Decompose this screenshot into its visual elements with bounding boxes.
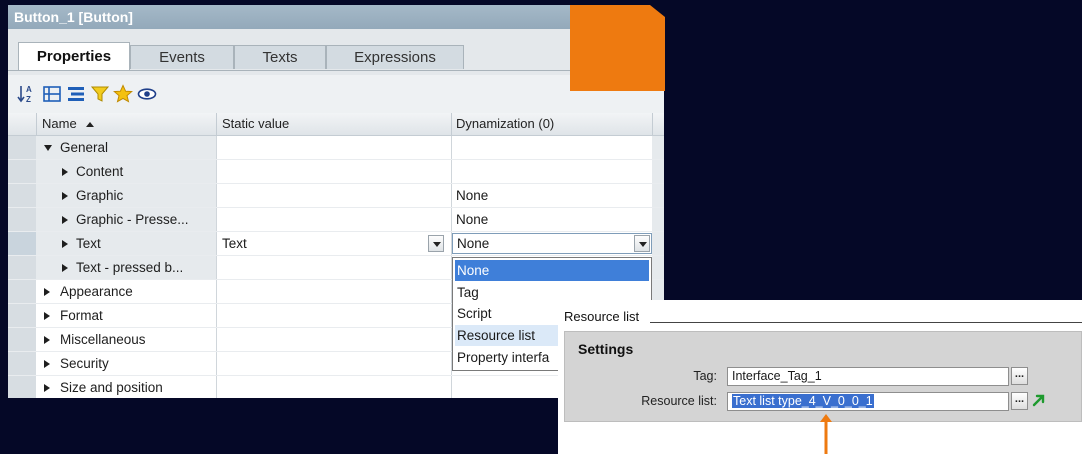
table-row[interactable]: Content [8, 160, 664, 184]
row-label: General [60, 140, 109, 155]
svg-text:Z: Z [26, 95, 31, 104]
orange-notch [650, 5, 665, 17]
dynamization-value[interactable]: None [456, 184, 488, 207]
column-static-value[interactable]: Static value [222, 113, 289, 135]
row-label: Text [76, 236, 101, 251]
orange-accent-block [570, 5, 665, 91]
tag-label: Tag: [693, 369, 717, 383]
expand-right-icon[interactable] [62, 168, 68, 176]
table-row-text[interactable]: Text Text None [8, 232, 664, 256]
row-label: Text - pressed b... [76, 260, 184, 275]
expand-right-icon[interactable] [44, 384, 50, 392]
row-label: Security [60, 356, 109, 371]
column-name[interactable]: Name [42, 113, 95, 135]
tab-strip: Properties Events Texts Expressions [8, 29, 664, 75]
row-label: Miscellaneous [60, 332, 146, 347]
chevron-down-icon [639, 242, 647, 247]
resource-list-value: Text list type_4_V_0_0_1 [732, 394, 874, 408]
expand-right-icon[interactable] [44, 288, 50, 296]
row-label: Size and position [60, 380, 163, 395]
settings-title: Settings [578, 341, 634, 357]
tag-browse-button[interactable]: ... [1011, 367, 1028, 385]
expand-right-icon[interactable] [62, 192, 68, 200]
row-label: Appearance [60, 284, 133, 299]
dynamization-value[interactable]: None [456, 208, 488, 231]
grid-header: Name Static value Dynamization (0) [8, 113, 664, 136]
expand-right-icon[interactable] [44, 360, 50, 368]
expand-right-icon[interactable] [62, 264, 68, 272]
table-row[interactable]: Graphic - Presse... None [8, 208, 664, 232]
table-row[interactable]: General [8, 136, 664, 160]
expand-right-icon[interactable] [62, 216, 68, 224]
toolbar: A Z [8, 75, 664, 113]
resource-list-label: Resource list: [641, 394, 717, 408]
static-value[interactable]: Text [222, 232, 247, 255]
arrow-up-icon [820, 414, 832, 454]
favorites-star-icon[interactable] [113, 84, 133, 104]
expand-right-icon[interactable] [44, 312, 50, 320]
resource-list-input[interactable]: Text list type_4_V_0_0_1 [727, 392, 1009, 411]
tab-properties[interactable]: Properties [18, 42, 130, 71]
tab-events[interactable]: Events [130, 45, 234, 69]
tab-texts[interactable]: Texts [234, 45, 326, 69]
view-eye-icon[interactable] [137, 84, 157, 104]
dynamization-combobox[interactable]: None [452, 233, 652, 254]
settings-group: Settings Tag: Interface_Tag_1 ... Resour… [564, 331, 1082, 422]
dropdown-option-none[interactable]: None [455, 260, 649, 281]
row-label: Graphic - Presse... [76, 212, 189, 227]
table-row[interactable]: Graphic None [8, 184, 664, 208]
resource-list-title: Resource list [564, 309, 640, 324]
row-label: Format [60, 308, 103, 323]
sort-ascending-icon [86, 122, 95, 128]
expand-right-icon[interactable] [62, 240, 68, 248]
tab-expressions[interactable]: Expressions [326, 45, 464, 69]
expand-right-icon[interactable] [44, 336, 50, 344]
resource-list-browse-button[interactable]: ... [1011, 392, 1028, 410]
sort-az-icon[interactable]: A Z [17, 84, 37, 104]
list-view-icon[interactable] [66, 84, 86, 104]
dynamization-dropdown-button[interactable] [634, 235, 650, 252]
title-divider [650, 322, 1082, 323]
filter-icon[interactable] [90, 84, 110, 104]
row-label: Graphic [76, 188, 124, 203]
svg-text:A: A [26, 85, 32, 94]
tab-underline [8, 70, 664, 71]
chevron-down-icon [433, 242, 441, 247]
column-dynamization[interactable]: Dynamization (0) [456, 113, 554, 135]
static-value-dropdown-button[interactable] [428, 235, 444, 252]
expand-down-icon[interactable] [44, 145, 52, 151]
row-label: Content [76, 164, 124, 179]
go-to-arrow-icon[interactable] [1031, 392, 1047, 408]
show-groups-icon[interactable] [42, 84, 62, 104]
tag-input[interactable]: Interface_Tag_1 [727, 367, 1009, 386]
window-title: Button_1 [Button] [8, 5, 664, 29]
